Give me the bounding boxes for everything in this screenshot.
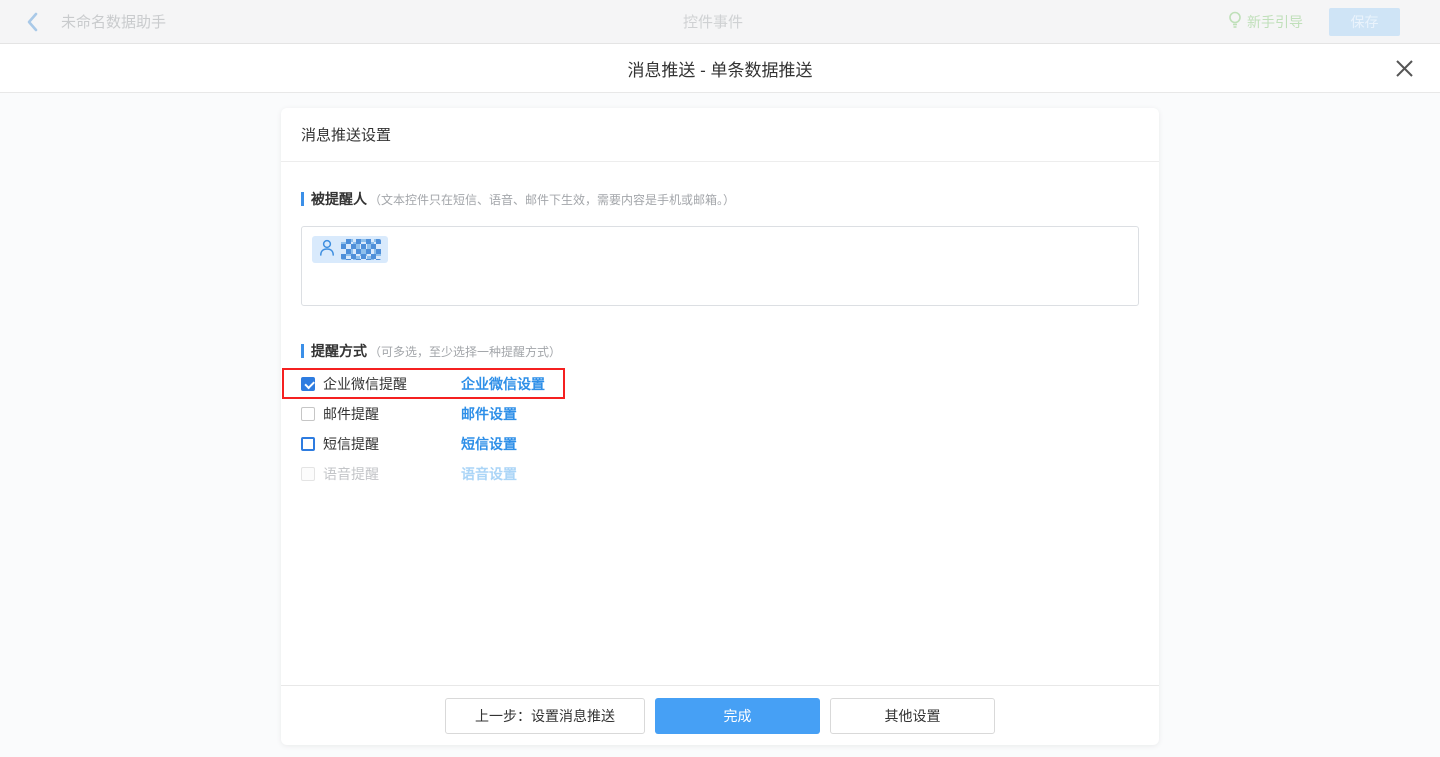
methods-label: 提醒方式 bbox=[311, 341, 367, 361]
wechat-checkbox[interactable] bbox=[301, 377, 315, 391]
methods-hint: （可多选，至少选择一种提醒方式） bbox=[369, 343, 561, 360]
back-chevron-icon[interactable] bbox=[26, 12, 39, 32]
beginner-guide-button[interactable]: 新手引导 bbox=[1228, 11, 1303, 32]
person-icon bbox=[319, 239, 335, 261]
beginner-guide-label: 新手引导 bbox=[1247, 12, 1303, 32]
method-row-voice: 语音提醒 语音设置 bbox=[301, 459, 1139, 489]
close-icon[interactable] bbox=[1392, 56, 1416, 80]
censored-member-name bbox=[341, 239, 381, 260]
wechat-settings-link[interactable]: 企业微信设置 bbox=[461, 374, 545, 394]
recipients-section-label: 被提醒人 （文本控件只在短信、语音、邮件下生效，需要内容是手机或邮箱。） bbox=[301, 189, 1139, 209]
sms-settings-link[interactable]: 短信设置 bbox=[461, 434, 517, 454]
push-settings-card: 消息推送设置 被提醒人 （文本控件只在短信、语音、邮件下生效，需要内容是手机或邮… bbox=[281, 108, 1159, 745]
voice-checkbox bbox=[301, 467, 315, 481]
recipients-label: 被提醒人 bbox=[311, 189, 367, 209]
card-header-title: 消息推送设置 bbox=[281, 108, 1159, 162]
recipients-hint: （文本控件只在短信、语音、邮件下生效，需要内容是手机或邮箱。） bbox=[369, 191, 735, 208]
recipients-input-box[interactable] bbox=[301, 226, 1139, 306]
voice-label: 语音提醒 bbox=[323, 464, 461, 484]
section-accent-bar bbox=[301, 192, 304, 206]
modal-header: 消息推送 - 单条数据推送 bbox=[0, 44, 1440, 93]
topbar-center-title: 控件事件 bbox=[683, 11, 743, 32]
sms-checkbox[interactable] bbox=[301, 437, 315, 451]
method-row-wechat: 企业微信提醒 企业微信设置 bbox=[282, 368, 565, 399]
topbar: 未命名数据助手 控件事件 新手引导 保存 bbox=[0, 0, 1440, 44]
method-row-email: 邮件提醒 邮件设置 bbox=[301, 399, 1139, 429]
section-accent-bar bbox=[301, 344, 304, 358]
save-button[interactable]: 保存 bbox=[1329, 8, 1400, 36]
modal-title: 消息推送 - 单条数据推送 bbox=[627, 56, 812, 81]
done-button[interactable]: 完成 bbox=[655, 698, 820, 734]
modal-body: 消息推送设置 被提醒人 （文本控件只在短信、语音、邮件下生效，需要内容是手机或邮… bbox=[0, 108, 1440, 757]
method-row-sms: 短信提醒 短信设置 bbox=[301, 429, 1139, 459]
card-footer: 上一步：设置消息推送 完成 其他设置 bbox=[281, 685, 1159, 745]
email-settings-link[interactable]: 邮件设置 bbox=[461, 404, 517, 424]
voice-settings-link: 语音设置 bbox=[461, 464, 517, 484]
sms-label: 短信提醒 bbox=[323, 434, 461, 454]
other-settings-button[interactable]: 其他设置 bbox=[830, 698, 995, 734]
document-title: 未命名数据助手 bbox=[61, 11, 166, 32]
lightbulb-icon bbox=[1228, 11, 1242, 32]
email-label: 邮件提醒 bbox=[323, 404, 461, 424]
member-tag[interactable] bbox=[312, 236, 388, 263]
email-checkbox[interactable] bbox=[301, 407, 315, 421]
previous-step-button[interactable]: 上一步：设置消息推送 bbox=[445, 698, 645, 734]
wechat-label: 企业微信提醒 bbox=[323, 374, 461, 394]
methods-section-label: 提醒方式 （可多选，至少选择一种提醒方式） bbox=[301, 341, 1139, 361]
